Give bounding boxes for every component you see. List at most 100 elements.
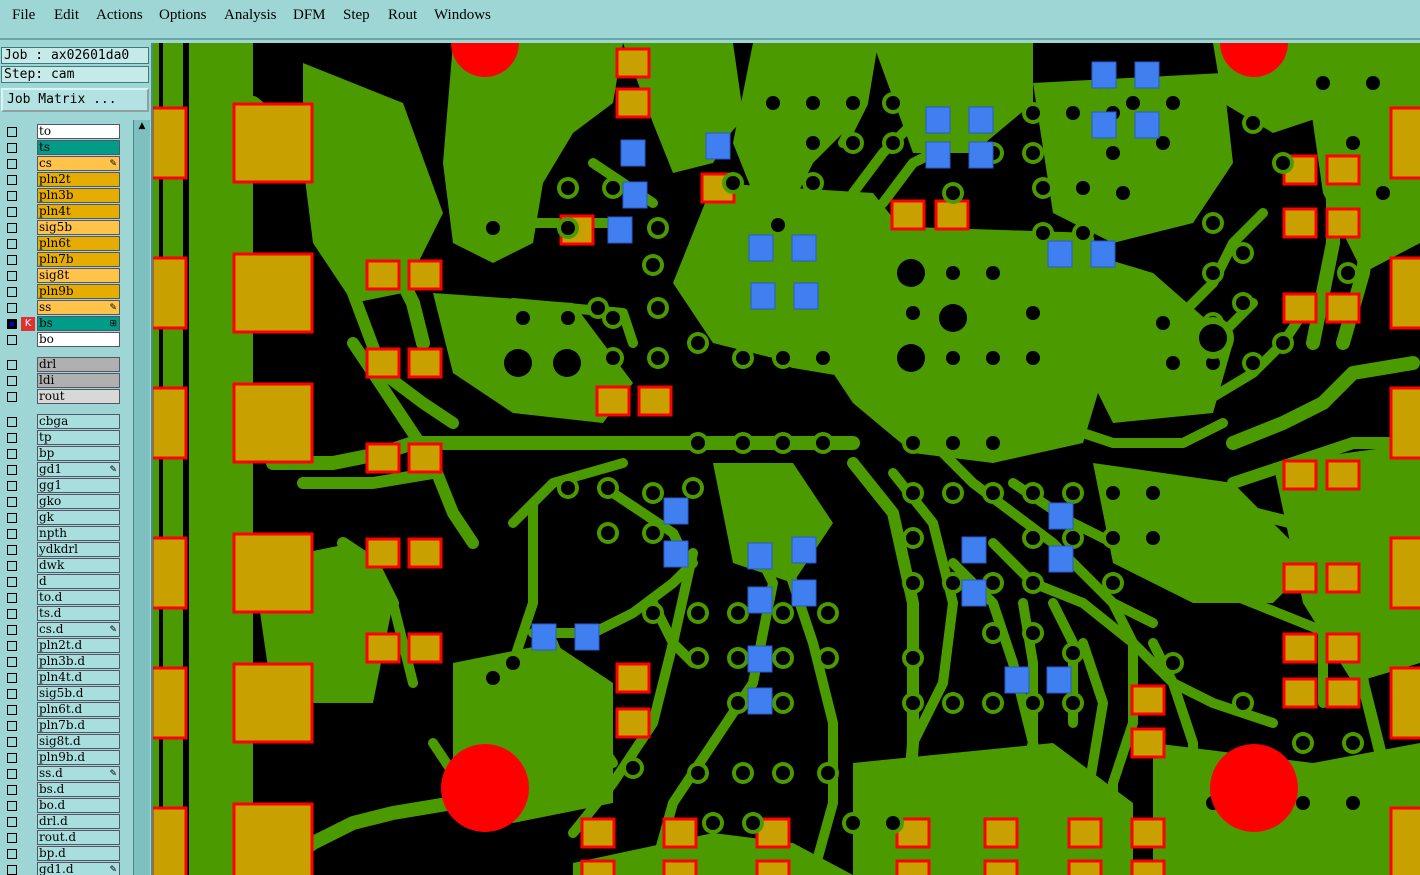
layer-name[interactable]: bo.d <box>37 798 120 813</box>
layer-row-bs[interactable]: Kbs ⊞ <box>0 316 122 332</box>
layer-name[interactable]: pln2t <box>37 172 120 187</box>
layer-checkbox[interactable] <box>7 191 17 201</box>
menu-dfm[interactable]: DFM <box>293 7 326 24</box>
layer-name[interactable]: pln6t.d <box>37 702 120 717</box>
layer-row-ts[interactable]: ts <box>0 140 122 156</box>
layer-row-pln9b-d[interactable]: pln9b.d <box>0 750 122 766</box>
layer-checkbox[interactable] <box>7 239 17 249</box>
layer-name[interactable]: ts.d <box>37 606 120 621</box>
layer-row-sig8t-d[interactable]: sig8t.d <box>0 734 122 750</box>
layer-checkbox[interactable] <box>7 785 17 795</box>
menu-edit[interactable]: Edit <box>54 7 79 24</box>
job-matrix-button[interactable]: Job Matrix ... <box>1 88 149 112</box>
menu-step[interactable]: Step <box>343 7 370 24</box>
layer-row-to-d[interactable]: to.d <box>0 590 122 606</box>
layer-checkbox[interactable] <box>7 335 17 345</box>
layer-row-gg1[interactable]: gg1 <box>0 478 122 494</box>
layer-checkbox[interactable] <box>7 769 17 779</box>
layer-checkbox[interactable] <box>7 465 17 475</box>
layer-name[interactable]: ss.d ✎ <box>37 766 120 781</box>
layer-checkbox[interactable] <box>7 577 17 587</box>
layer-checkbox[interactable] <box>7 545 17 555</box>
layer-checkbox[interactable] <box>7 529 17 539</box>
layer-row-pln7b-d[interactable]: pln7b.d <box>0 718 122 734</box>
layer-checkbox[interactable] <box>7 127 17 137</box>
layer-checkbox[interactable] <box>7 417 17 427</box>
layer-name[interactable]: npth <box>37 526 120 541</box>
layer-name[interactable]: ss ✎ <box>37 300 120 315</box>
menu-rout[interactable]: Rout <box>388 7 417 24</box>
layer-name[interactable]: cs.d ✎ <box>37 622 120 637</box>
layer-row-pln2t-d[interactable]: pln2t.d <box>0 638 122 654</box>
layer-checkbox[interactable] <box>7 673 17 683</box>
layer-row-bo[interactable]: bo <box>0 332 122 348</box>
layer-name[interactable]: drl.d <box>37 814 120 829</box>
layer-checkbox[interactable] <box>7 865 17 875</box>
layer-checkbox[interactable] <box>7 303 17 313</box>
layer-checkbox[interactable] <box>7 753 17 763</box>
layer-name[interactable]: pln9b <box>37 284 120 299</box>
layer-row-ydkdrl[interactable]: ydkdrl <box>0 542 122 558</box>
layer-name[interactable]: to <box>37 124 120 139</box>
layer-name[interactable]: cs ✎ <box>37 156 120 171</box>
layer-row-d[interactable]: d <box>0 574 122 590</box>
layer-checkbox[interactable] <box>7 175 17 185</box>
layer-row-gk[interactable]: gk <box>0 510 122 526</box>
layer-checkbox[interactable] <box>7 376 17 386</box>
layer-checkbox[interactable] <box>7 593 17 603</box>
menu-actions[interactable]: Actions <box>96 7 143 24</box>
layer-name[interactable]: ldi <box>37 373 120 388</box>
layer-checkbox[interactable] <box>7 833 17 843</box>
layer-row-pln4t-d[interactable]: pln4t.d <box>0 670 122 686</box>
pcb-board-view[interactable] <box>153 43 1420 875</box>
layer-row-bp[interactable]: bp <box>0 446 122 462</box>
layer-row-drl[interactable]: drl <box>0 357 122 373</box>
layer-name[interactable]: rout.d <box>37 830 120 845</box>
layer-checkbox[interactable] <box>7 360 17 370</box>
layer-checkbox[interactable] <box>7 497 17 507</box>
layer-name[interactable]: rout <box>37 389 120 404</box>
layer-name[interactable]: pln3b <box>37 188 120 203</box>
layer-name[interactable]: pln2t.d <box>37 638 120 653</box>
menu-file[interactable]: File <box>12 7 35 24</box>
layer-name[interactable]: tp <box>37 430 120 445</box>
layer-row-to[interactable]: to <box>0 124 122 140</box>
layer-checkbox[interactable] <box>7 159 17 169</box>
layer-checkbox[interactable] <box>7 255 17 265</box>
layer-row-pln3b[interactable]: pln3b <box>0 188 122 204</box>
layer-name[interactable]: bs.d <box>37 782 120 797</box>
layer-checkbox[interactable] <box>7 657 17 667</box>
layer-name[interactable]: sig8t <box>37 268 120 283</box>
layer-row-ldi[interactable]: ldi <box>0 373 122 389</box>
layer-name[interactable]: bp <box>37 446 120 461</box>
layer-row-ss-d[interactable]: ss.d ✎ <box>0 766 122 782</box>
layer-row-sig8t[interactable]: sig8t <box>0 268 122 284</box>
layer-name[interactable]: pln7b.d <box>37 718 120 733</box>
menu-options[interactable]: Options <box>159 7 207 24</box>
layer-row-rout-d[interactable]: rout.d <box>0 830 122 846</box>
layer-row-drl-d[interactable]: drl.d <box>0 814 122 830</box>
layer-checkbox[interactable] <box>7 817 17 827</box>
layer-row-sig5b-d[interactable]: sig5b.d <box>0 686 122 702</box>
layer-row-gd1[interactable]: gd1 ✎ <box>0 462 122 478</box>
layer-name[interactable]: d <box>37 574 120 589</box>
layer-row-ts-d[interactable]: ts.d <box>0 606 122 622</box>
layer-checkbox[interactable] <box>7 689 17 699</box>
layer-name[interactable]: sig5b <box>37 220 120 235</box>
layer-name[interactable]: ydkdrl <box>37 542 120 557</box>
layer-row-bo-d[interactable]: bo.d <box>0 798 122 814</box>
layer-name[interactable]: bo <box>37 332 120 347</box>
layer-checkbox[interactable] <box>7 609 17 619</box>
layer-name[interactable]: gko <box>37 494 120 509</box>
layer-row-tp[interactable]: tp <box>0 430 122 446</box>
layer-checkbox[interactable] <box>7 207 17 217</box>
layer-list-scrollbar[interactable]: ▲ <box>133 120 150 875</box>
layer-name[interactable]: gk <box>37 510 120 525</box>
layer-name[interactable]: pln6t <box>37 236 120 251</box>
layer-row-pln3b-d[interactable]: pln3b.d <box>0 654 122 670</box>
layer-row-gd1-d[interactable]: gd1.d ✎ <box>0 862 122 875</box>
scroll-up-icon[interactable]: ▲ <box>135 120 149 132</box>
layer-row-dwk[interactable]: dwk <box>0 558 122 574</box>
layer-checkbox[interactable] <box>7 143 17 153</box>
layer-name[interactable]: ts <box>37 140 120 155</box>
